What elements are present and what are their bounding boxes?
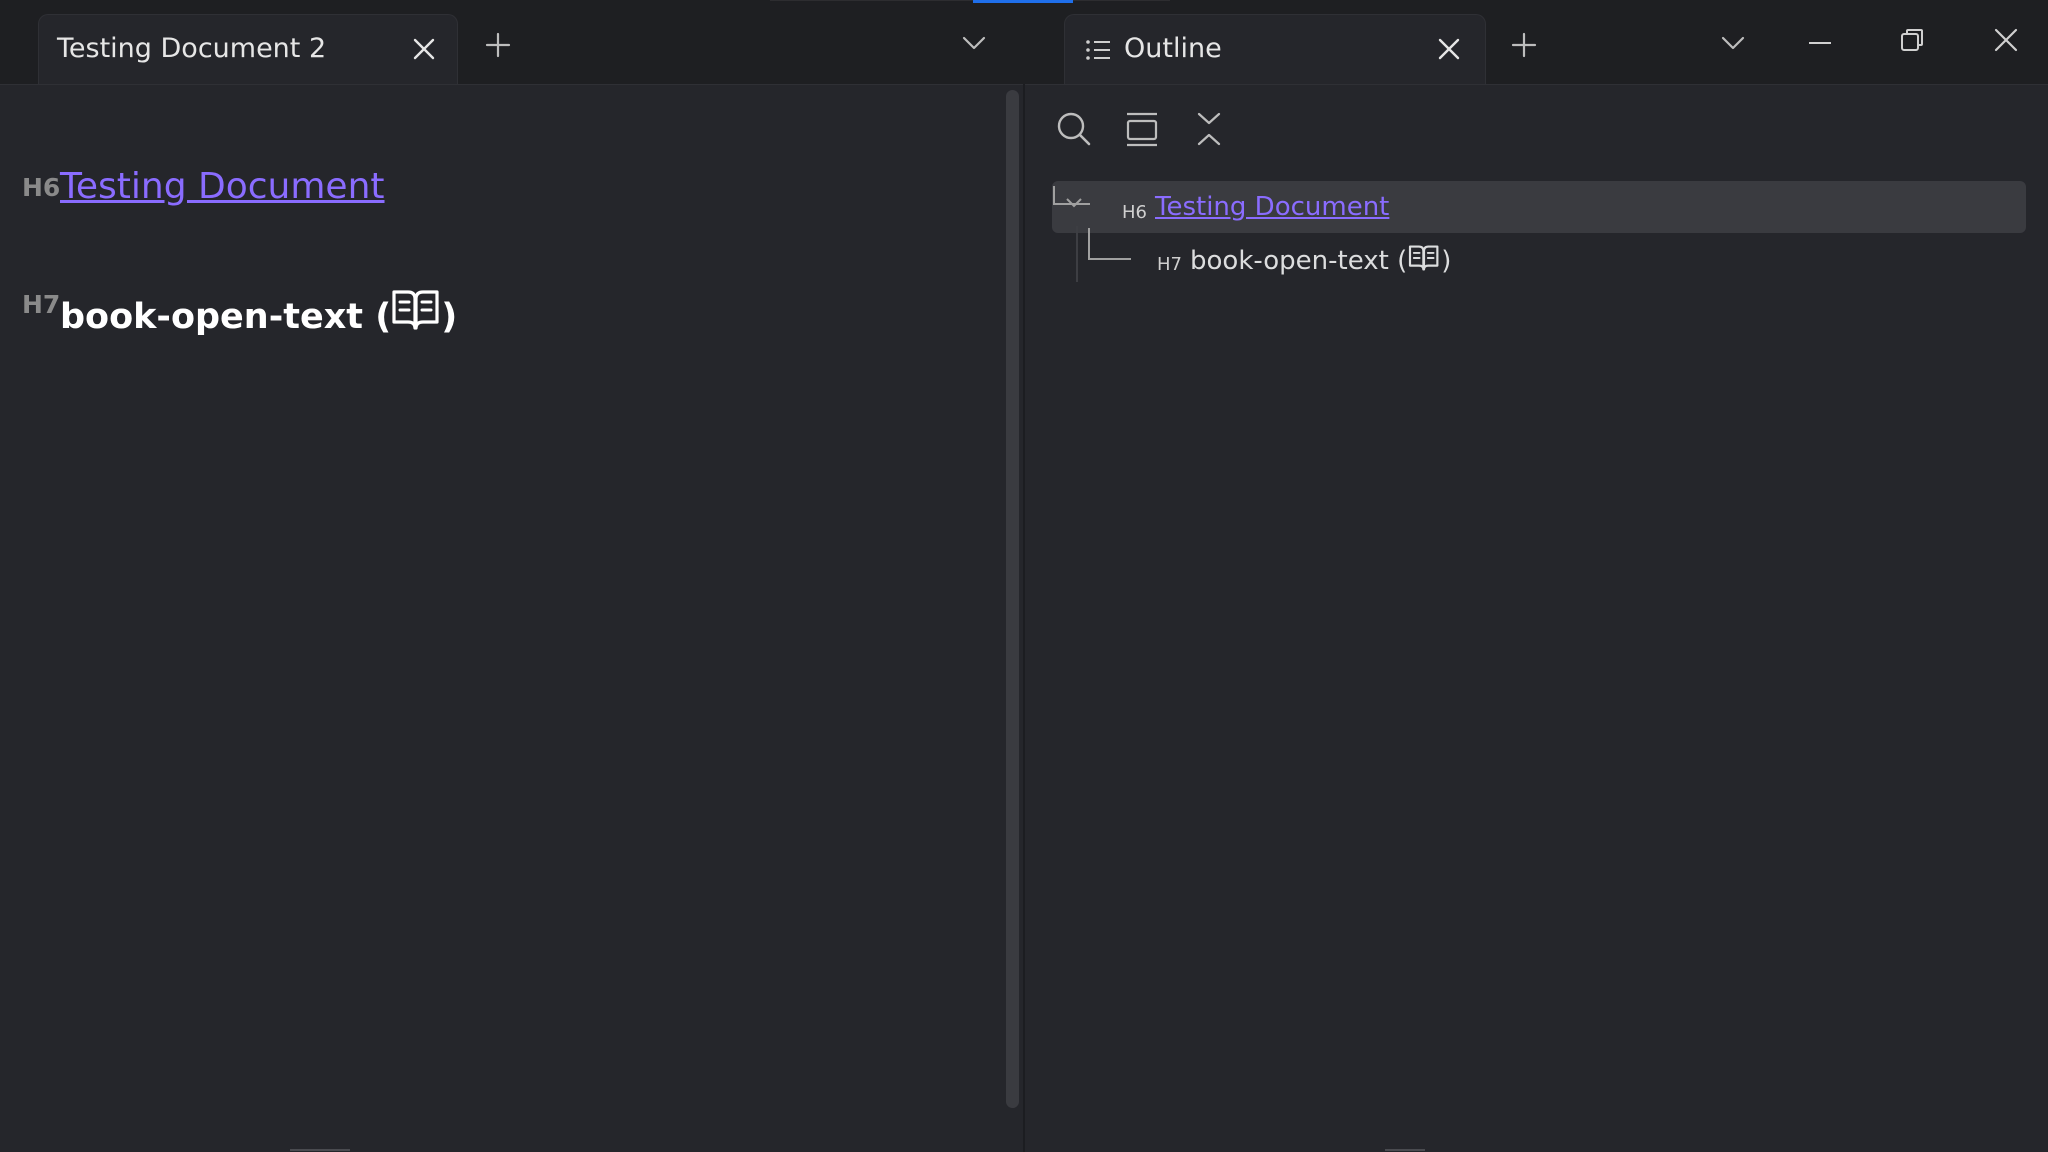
top-line [770,0,1170,1]
tree-line [1076,226,1131,282]
book-open-text-icon [392,290,439,330]
tab-title: Outline [1124,33,1222,64]
outline-level-label: H6 [1122,202,1147,223]
collapse-all-icon[interactable] [1124,111,1160,147]
heading-testing-document[interactable]: Testing Document [60,166,385,207]
outline-item-text-end: ) [1441,246,1452,276]
search-icon[interactable] [1056,111,1092,147]
outline-pane [1025,84,2048,1152]
heading-text-end: ) [441,297,458,337]
plus-icon[interactable] [1511,32,1537,58]
outline-level-label: H7 [1157,254,1182,275]
pane-divider[interactable] [1023,84,1025,1151]
window-close-icon[interactable] [1993,27,2019,53]
close-icon[interactable] [411,36,437,62]
tab-testing-document-2[interactable]: Testing Document 2 [38,14,458,84]
tab-title: Testing Document 2 [57,33,327,64]
chevron-down-icon[interactable] [961,35,987,51]
scrollbar[interactable] [1006,90,1019,1108]
heading-level-label: H7 [22,290,61,319]
heading-book-open-text: book-open-text ( ) [60,288,457,337]
collapse-toggle-icon[interactable] [1052,184,1092,216]
book-open-text-icon [1409,245,1439,271]
active-accent [973,0,1073,3]
editor-pane [0,84,1023,1152]
chevron-down-icon[interactable] [1720,35,1746,51]
list-icon [1086,40,1110,60]
outline-item-h7[interactable]: book-open-text ( ) [1190,244,1451,276]
heading-level-label: H6 [22,173,61,202]
close-icon[interactable] [1436,36,1462,62]
restore-icon[interactable] [1899,27,1925,53]
heading-text: book-open-text ( [60,297,392,337]
outline-item-text: book-open-text ( [1190,246,1408,276]
plus-icon[interactable] [485,32,511,58]
tab-outline[interactable]: Outline [1064,14,1486,84]
outline-item-link[interactable]: Testing Document [1155,192,1389,222]
minimize-icon[interactable] [1807,30,1833,56]
collapse-icon[interactable] [1196,112,1222,146]
